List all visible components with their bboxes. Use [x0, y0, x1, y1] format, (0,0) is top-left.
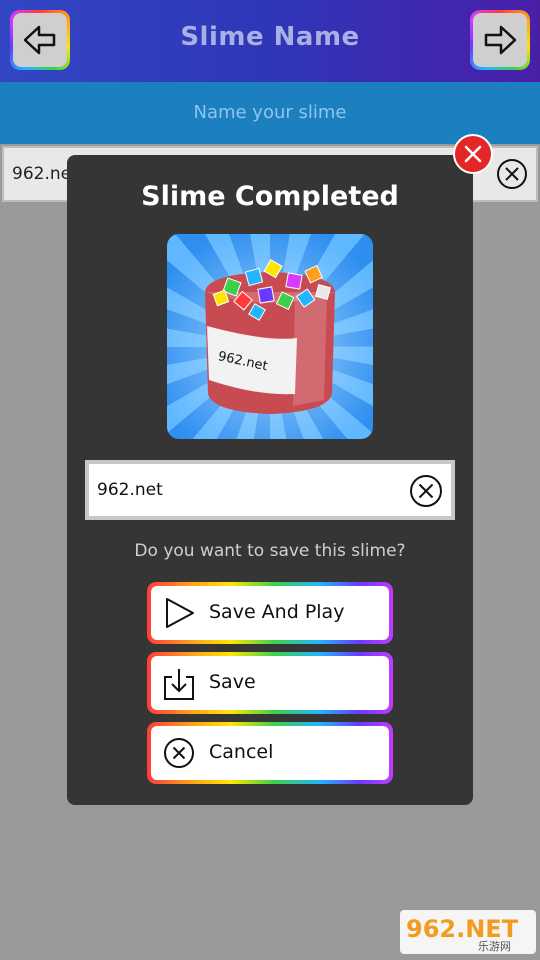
watermark-logo: 962.NET 乐游网 — [400, 910, 536, 954]
slime-name-input-field — [85, 460, 455, 520]
play-icon — [166, 598, 194, 628]
save-question: Do you want to save this slime? — [134, 541, 406, 561]
slime-name-input[interactable] — [97, 476, 397, 504]
watermark-subtext: 乐游网 — [478, 940, 511, 953]
arrow-right-icon — [484, 25, 517, 55]
clear-icon — [497, 159, 527, 189]
slime-preview-image: 962.net — [167, 234, 373, 439]
cancel-button[interactable]: Cancel — [147, 722, 393, 784]
watermark-text: 962.NET — [406, 915, 519, 943]
subheader-text: Name your slime — [193, 102, 347, 123]
background-name-value: 962.ne — [12, 164, 72, 184]
forward-button-face — [473, 13, 527, 67]
save-and-play-label: Save And Play — [209, 601, 345, 623]
save-button[interactable]: Save — [147, 652, 393, 714]
subheader-banner: Name your slime — [0, 82, 540, 144]
slime-completed-dialog: Slime Completed 962.net 962.net Do you w… — [67, 155, 473, 805]
save-and-play-button[interactable]: Save And Play — [147, 582, 393, 644]
forward-button[interactable] — [470, 10, 530, 70]
download-icon — [164, 669, 194, 700]
close-icon — [464, 145, 482, 163]
save-button-face: Save — [151, 656, 389, 710]
close-dialog-button[interactable] — [453, 134, 493, 174]
cancel-button-face: Cancel — [151, 726, 389, 780]
cancel-label: Cancel — [209, 741, 274, 763]
save-label: Save — [209, 671, 256, 693]
dialog-title: Slime Completed — [141, 181, 399, 212]
slime-jar-illustration: 962.net — [167, 234, 373, 439]
save-and-play-button-face: Save And Play — [151, 586, 389, 640]
clear-input-icon[interactable] — [409, 474, 443, 508]
top-bar: Slime Name — [0, 0, 540, 82]
cancel-circle-icon — [164, 738, 194, 768]
page-title: Slime Name — [180, 22, 360, 52]
